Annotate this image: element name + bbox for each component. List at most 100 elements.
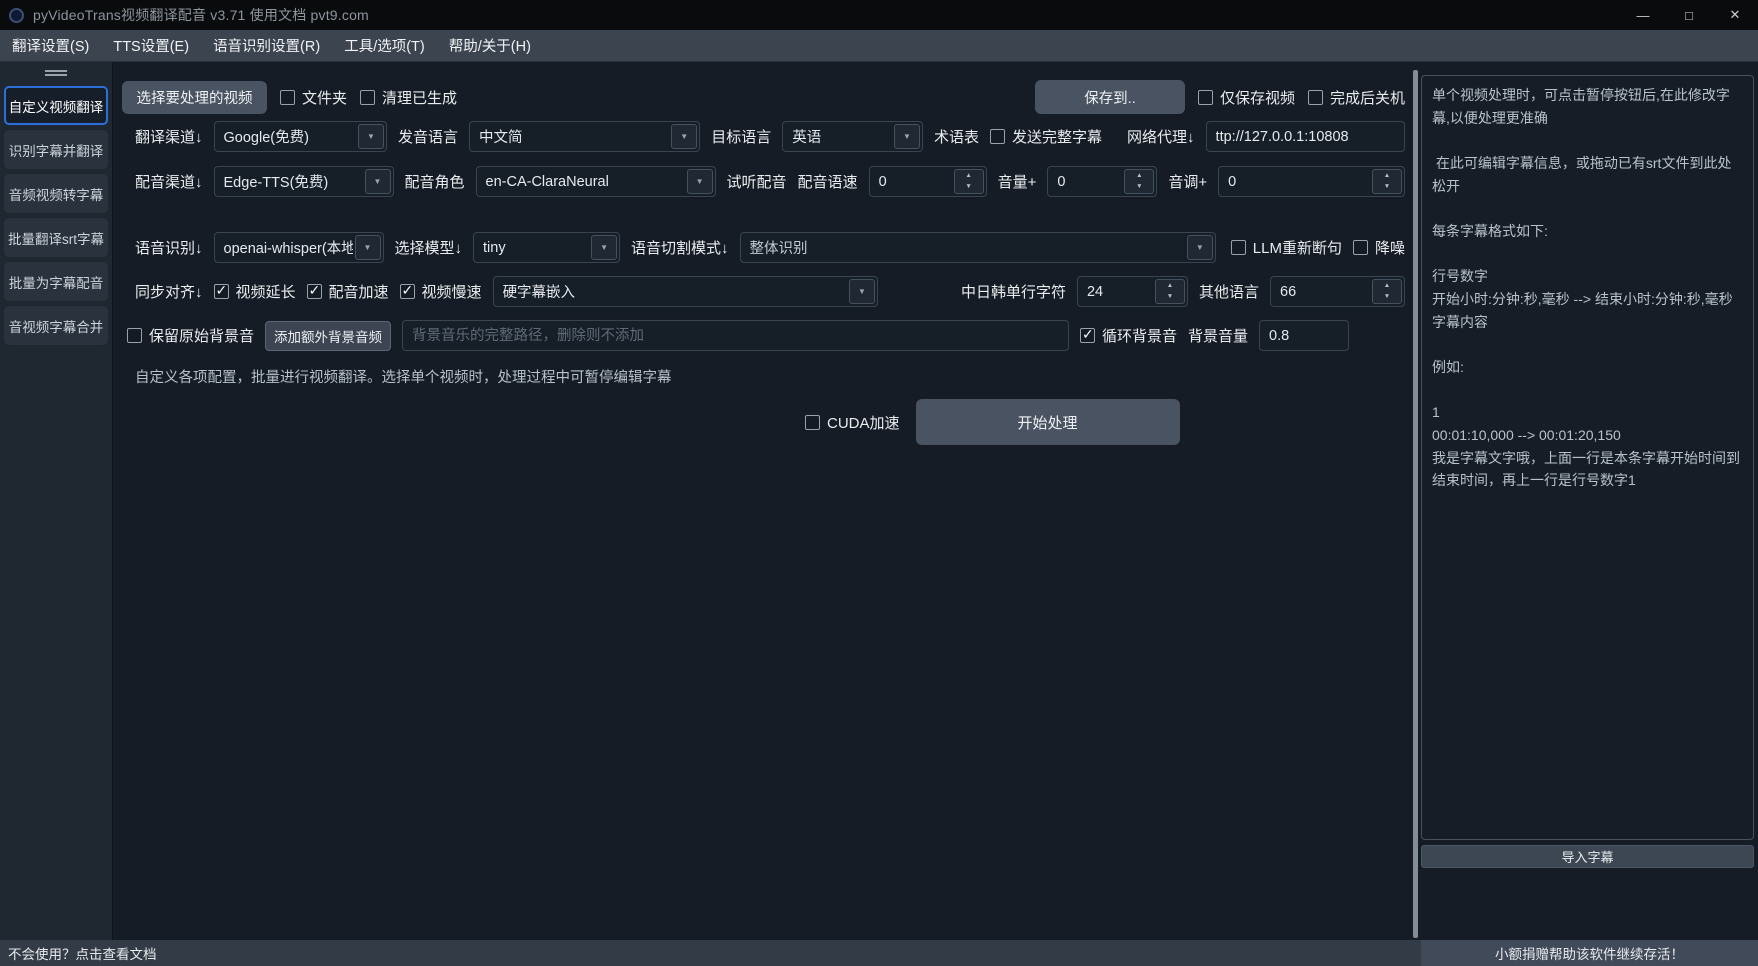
- sidebar-item-av-subtitle-merge[interactable]: 音视频字幕合并: [4, 306, 108, 345]
- bgm-volume-input[interactable]: [1260, 321, 1348, 350]
- video-extend-checkbox[interactable]: 视频延长: [214, 281, 296, 302]
- minimize-icon[interactable]: —: [1620, 0, 1666, 30]
- save-to-button[interactable]: 保存到..: [1035, 80, 1185, 114]
- shutdown-after-checkbox-label: 完成后关机: [1330, 87, 1405, 108]
- close-icon[interactable]: ✕: [1712, 0, 1758, 30]
- recognition-engine-select[interactable]: openai-whisper(本地) ▼: [214, 232, 384, 263]
- action-row: CUDA加速 开始处理: [805, 399, 1180, 445]
- bgm-path-input[interactable]: [403, 321, 1068, 350]
- window-title: pyVideoTrans视频翻译配音 v3.71 使用文档 pvt9.com: [33, 5, 369, 25]
- subtitle-editor[interactable]: 单个视频处理时，可点击暂停按钮后,在此修改字幕,以便处理更准确 在此可编辑字幕信…: [1421, 75, 1754, 840]
- llm-resegment-checkbox-box[interactable]: [1231, 240, 1246, 255]
- target-language-select[interactable]: 英语 ▼: [782, 121, 923, 152]
- maximize-icon[interactable]: □: [1666, 0, 1712, 30]
- model-select[interactable]: tiny ▼: [473, 232, 620, 263]
- sync-align-label: 同步对齐↓: [135, 281, 203, 302]
- tts-channel-label: 配音渠道↓: [135, 171, 203, 192]
- chevron-down-icon[interactable]: ▼: [687, 169, 713, 194]
- pitch-value: 0: [1219, 174, 1370, 190]
- chevron-down-icon[interactable]: ▼: [1187, 235, 1213, 260]
- network-proxy-input[interactable]: [1207, 122, 1404, 151]
- bgm-path-field: [402, 320, 1069, 351]
- shutdown-after-checkbox[interactable]: 完成后关机: [1308, 87, 1405, 108]
- spinner-arrows-icon[interactable]: ▲▼: [954, 169, 984, 194]
- clean-generated-checkbox-box[interactable]: [360, 90, 375, 105]
- spinner-arrows-icon[interactable]: ▲▼: [1155, 279, 1185, 304]
- spinner-arrows-icon[interactable]: ▲▼: [1372, 169, 1402, 194]
- chevron-down-icon[interactable]: ▼: [355, 235, 381, 260]
- clean-generated-checkbox-label: 清理已生成: [382, 87, 457, 108]
- recognition-engine-value: openai-whisper(本地): [215, 237, 353, 258]
- volume-spinner[interactable]: 0 ▲▼: [1047, 166, 1157, 197]
- video-slow-checkbox[interactable]: 视频慢速: [400, 281, 482, 302]
- chevron-down-icon[interactable]: ▼: [671, 124, 697, 149]
- split-mode-select[interactable]: 整体识别 ▼: [740, 232, 1216, 263]
- menu-help-about[interactable]: 帮助/关于(H): [437, 30, 543, 61]
- folder-checkbox-box[interactable]: [280, 90, 295, 105]
- cuda-checkbox-box[interactable]: [805, 415, 820, 430]
- select-video-button[interactable]: 选择要处理的视频: [122, 81, 267, 114]
- cuda-checkbox[interactable]: CUDA加速: [805, 412, 900, 433]
- send-full-subtitle-checkbox-box[interactable]: [990, 129, 1005, 144]
- listen-dub-link[interactable]: 试听配音: [727, 171, 787, 192]
- other-lang-spinner[interactable]: 66 ▲▼: [1270, 276, 1405, 307]
- tts-channel-select[interactable]: Edge-TTS(免费) ▼: [214, 166, 394, 197]
- dub-rate-spinner[interactable]: 0 ▲▼: [869, 166, 987, 197]
- denoise-checkbox-box[interactable]: [1353, 240, 1368, 255]
- denoise-checkbox[interactable]: 降噪: [1353, 237, 1405, 258]
- only-save-video-checkbox-box[interactable]: [1198, 90, 1213, 105]
- translate-channel-label: 翻译渠道↓: [135, 126, 203, 147]
- toolbar-right-group: 保存到.. 仅保存视频 完成后关机: [1035, 80, 1405, 114]
- chevron-down-icon[interactable]: ▼: [365, 169, 391, 194]
- translate-channel-value: Google(免费): [215, 126, 356, 147]
- dock-handle-icon[interactable]: [45, 70, 67, 76]
- clean-generated-checkbox[interactable]: 清理已生成: [360, 87, 457, 108]
- shutdown-after-checkbox-box[interactable]: [1308, 90, 1323, 105]
- sidebar-item-av-to-subtitle[interactable]: 音频视频转字幕: [4, 174, 108, 213]
- menu-tools-options[interactable]: 工具/选项(T): [332, 30, 437, 61]
- glossary-link[interactable]: 术语表: [934, 126, 979, 147]
- add-bgm-button[interactable]: 添加额外背景音频: [265, 321, 391, 351]
- audio-speedup-checkbox[interactable]: 配音加速: [307, 281, 389, 302]
- subtitle-embed-select[interactable]: 硬字幕嵌入 ▼: [493, 276, 878, 307]
- spinner-arrows-icon[interactable]: ▲▼: [1372, 279, 1402, 304]
- recognition-label: 语音识别↓: [135, 237, 203, 258]
- chevron-down-icon[interactable]: ▼: [894, 124, 920, 149]
- donate-link[interactable]: 小额捐赠帮助该软件继续存活！: [1421, 940, 1758, 966]
- loop-bgm-checkbox-box[interactable]: [1080, 328, 1095, 343]
- network-proxy-field: [1206, 121, 1405, 152]
- menu-translate-settings[interactable]: 翻译设置(S): [0, 30, 101, 61]
- cjk-chars-spinner[interactable]: 24 ▲▼: [1077, 276, 1188, 307]
- menu-tts-settings[interactable]: TTS设置(E): [101, 30, 201, 61]
- menu-recognition-settings[interactable]: 语音识别设置(R): [201, 30, 332, 61]
- llm-resegment-checkbox[interactable]: LLM重新断句: [1231, 237, 1342, 258]
- loop-bgm-checkbox[interactable]: 循环背景音: [1080, 325, 1177, 346]
- sidebar-item-batch-dub-subtitle[interactable]: 批量为字幕配音: [4, 262, 108, 301]
- source-language-select[interactable]: 中文简 ▼: [469, 121, 700, 152]
- keep-original-bgm-checkbox[interactable]: 保留原始背景音: [127, 325, 254, 346]
- network-proxy-label: 网络代理↓: [1127, 126, 1195, 147]
- tts-role-select[interactable]: en-CA-ClaraNeural ▼: [476, 166, 716, 197]
- translate-channel-select[interactable]: Google(免费) ▼: [214, 121, 387, 152]
- start-button[interactable]: 开始处理: [916, 399, 1180, 445]
- chevron-down-icon[interactable]: ▼: [358, 124, 384, 149]
- pitch-spinner[interactable]: 0 ▲▼: [1218, 166, 1405, 197]
- folder-checkbox[interactable]: 文件夹: [280, 87, 347, 108]
- video-slow-checkbox-box[interactable]: [400, 284, 415, 299]
- tts-channel-value: Edge-TTS(免费): [215, 171, 363, 192]
- help-doc-link[interactable]: 不会使用？点击查看文档: [0, 943, 157, 963]
- send-full-subtitle-checkbox[interactable]: 发送完整字幕: [990, 126, 1102, 147]
- video-extend-checkbox-box[interactable]: [214, 284, 229, 299]
- sidebar-item-batch-translate-srt[interactable]: 批量翻译srt字幕: [4, 218, 108, 257]
- sidebar-item-custom-video-translate[interactable]: 自定义视频翻译: [4, 86, 108, 125]
- import-subtitle-button[interactable]: 导入字幕: [1421, 845, 1754, 868]
- chevron-down-icon[interactable]: ▼: [591, 235, 617, 260]
- sidebar-item-recognize-and-translate[interactable]: 识别字幕并翻译: [4, 130, 108, 169]
- audio-speedup-checkbox-box[interactable]: [307, 284, 322, 299]
- only-save-video-checkbox[interactable]: 仅保存视频: [1198, 87, 1295, 108]
- keep-original-bgm-checkbox-box[interactable]: [127, 328, 142, 343]
- chevron-down-icon[interactable]: ▼: [849, 279, 875, 304]
- pitch-label: 音调+: [1168, 171, 1207, 192]
- spinner-arrows-icon[interactable]: ▲▼: [1124, 169, 1154, 194]
- splitter-handle[interactable]: [1413, 70, 1418, 938]
